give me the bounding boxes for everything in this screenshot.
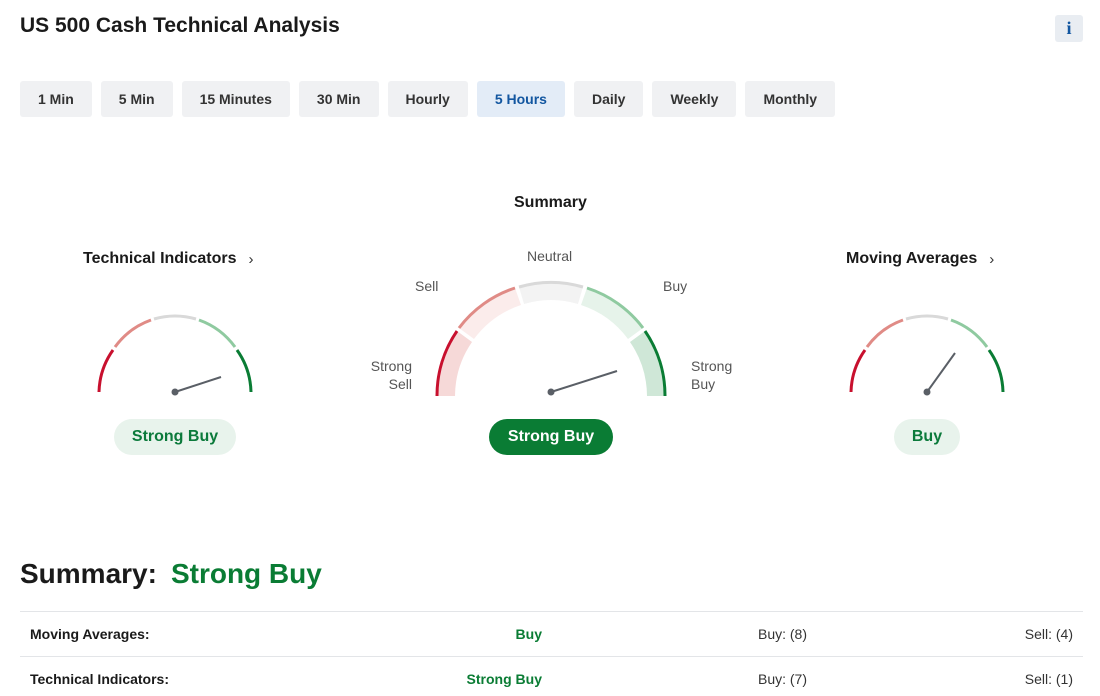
info-button[interactable]: i <box>1055 15 1083 42</box>
technical-result-badge: Strong Buy <box>114 419 236 455</box>
gauge-pivot <box>923 388 931 396</box>
gauge-segment-buy <box>950 318 989 348</box>
page-title: US 500 Cash Technical Analysis <box>20 14 340 37</box>
gauge-segment-sell <box>113 318 152 348</box>
row-buy-count: Buy: (8) <box>757 626 807 642</box>
summary-result-badge: Strong Buy <box>489 419 613 455</box>
tab-15-minutes[interactable]: 15 Minutes <box>181 81 290 117</box>
gauge-segment-strong-sell <box>849 349 867 393</box>
tab-daily[interactable]: Daily <box>573 81 644 117</box>
gauge-segment-strong-buy <box>235 349 253 393</box>
gauge-segment-sell <box>865 318 904 348</box>
timeframe-tabs: 1 Min 5 Min 15 Minutes 30 Min Hourly 5 H… <box>20 81 836 117</box>
row-name: Technical Indicators: <box>30 671 169 687</box>
band-buy <box>581 288 643 339</box>
technical-indicators-title: Technical Indicators <box>83 250 237 267</box>
gauge-pivot <box>171 388 179 396</box>
label-neutral: Neutral <box>527 248 573 264</box>
gauge-segment-strong-sell <box>97 349 115 393</box>
moving-result-badge: Buy <box>894 419 960 455</box>
summary-table: Moving Averages: Buy Buy: (8) Sell: (4) … <box>20 611 1083 696</box>
tab-monthly[interactable]: Monthly <box>745 81 836 117</box>
moving-averages-link[interactable]: Moving Averages › <box>846 250 994 268</box>
chevron-right-icon: › <box>989 250 995 268</box>
chevron-right-icon: › <box>248 250 254 268</box>
label-strong-sell: Strong Sell <box>370 358 412 392</box>
technical-gauge <box>97 314 253 396</box>
tab-1-min[interactable]: 1 Min <box>20 81 92 117</box>
band-sell <box>459 288 521 339</box>
gauge-needle <box>174 376 222 393</box>
row-signal: Strong Buy <box>466 671 542 687</box>
tab-hourly[interactable]: Hourly <box>387 81 468 117</box>
moving-gauge <box>849 314 1005 396</box>
summary-gauge-title: Summary <box>514 194 587 211</box>
row-name: Moving Averages: <box>30 626 150 642</box>
gauge-segment-neutral <box>905 314 949 321</box>
row-buy-count: Buy: (7) <box>757 671 807 687</box>
tab-5-min[interactable]: 5 Min <box>100 81 173 117</box>
gauge-segment-neutral <box>153 314 197 321</box>
table-row: Moving Averages: Buy Buy: (8) Sell: (4) <box>20 611 1083 656</box>
tab-30-min[interactable]: 30 Min <box>298 81 379 117</box>
tab-weekly[interactable]: Weekly <box>652 81 737 117</box>
summary-heading-value: Strong Buy <box>170 558 322 589</box>
info-icon: i <box>1066 18 1072 38</box>
row-signal: Buy <box>515 626 542 642</box>
row-sell-count: Sell: (1) <box>1024 671 1073 687</box>
summary-needle <box>550 370 618 393</box>
technical-indicators-link[interactable]: Technical Indicators › <box>83 250 254 268</box>
gauge-needle <box>926 352 956 393</box>
summary-heading-label: Summary: <box>20 558 157 589</box>
tab-5-hours[interactable]: 5 Hours <box>476 81 565 117</box>
moving-averages-title: Moving Averages <box>846 250 978 267</box>
summary-pivot <box>547 388 555 396</box>
table-row: Technical Indicators: Strong Buy Buy: (7… <box>20 656 1083 696</box>
gauge-segment-buy <box>198 318 237 348</box>
gauge-segment-strong-buy <box>987 349 1005 393</box>
summary-heading: Summary: Strong Buy <box>20 558 322 590</box>
label-strong-buy: Strong Buy <box>691 358 733 392</box>
summary-gauge <box>435 280 667 397</box>
row-sell-count: Sell: (4) <box>1024 626 1073 642</box>
